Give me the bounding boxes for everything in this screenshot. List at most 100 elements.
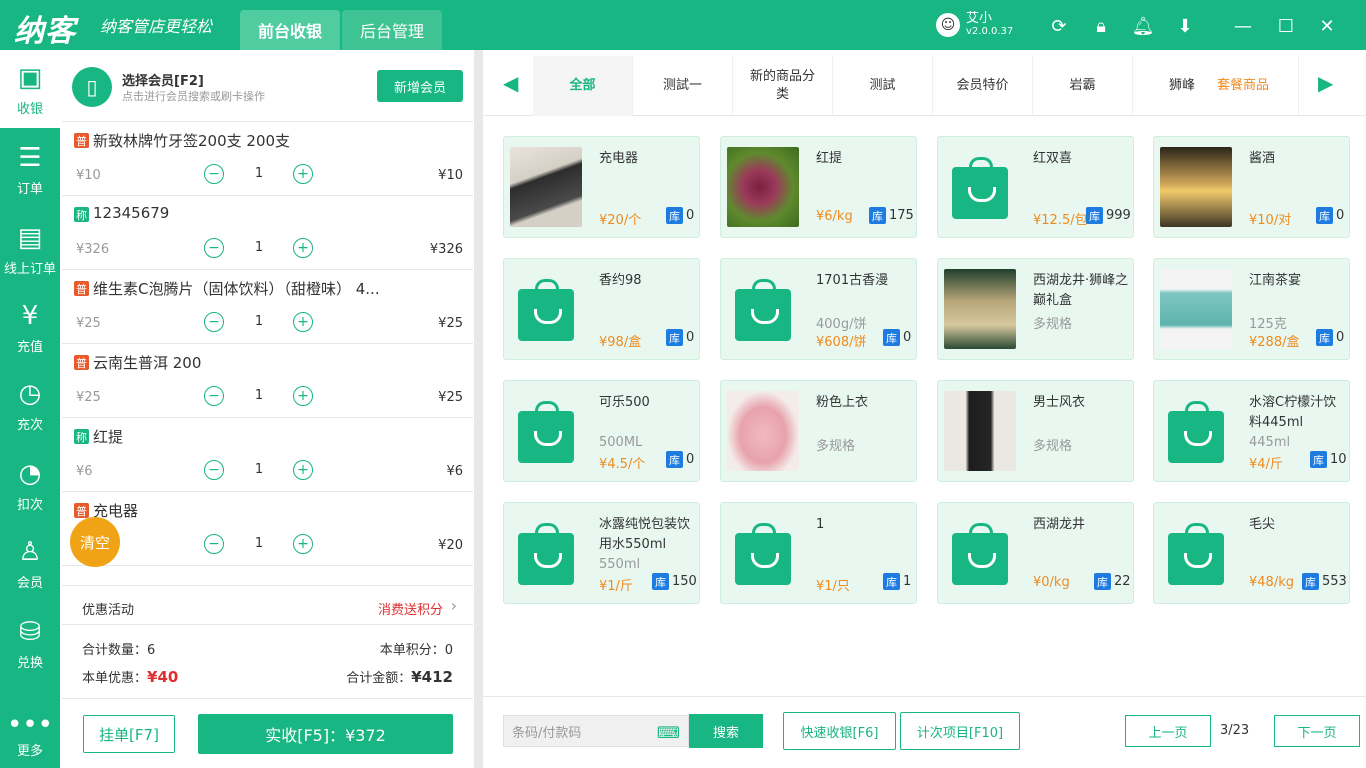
product-card[interactable]: 男士风衣 多规格 (937, 380, 1134, 482)
app-slogan: 纳客管店更轻松 (100, 17, 213, 36)
item-qty[interactable]: 1 (253, 462, 265, 477)
cart-item[interactable]: 称 12345679 ¥326 − 1 + ¥326 (62, 196, 473, 270)
decrease-qty-button[interactable]: − (204, 164, 224, 184)
category-next-icon[interactable]: ▶ (1318, 71, 1333, 95)
product-card[interactable]: 水溶C柠檬汁饮料445ml 445ml ¥4/斤 库 10 (1153, 380, 1350, 482)
next-page-button[interactable]: 下一页 (1274, 715, 1360, 747)
item-name: 红提 (93, 428, 124, 446)
barcode-input[interactable]: 条码/付款码 ⌨ (503, 715, 689, 747)
sidebar-item-deduct-times[interactable]: ◔ 扣次 (0, 446, 60, 524)
shopping-bag-icon (735, 523, 791, 585)
category-tab[interactable]: 岩霸 (1033, 56, 1133, 116)
product-photo (1160, 147, 1232, 227)
product-name: 男士风衣 (1033, 395, 1086, 410)
item-qty[interactable]: 1 (253, 166, 265, 181)
product-bag-icon (1159, 391, 1233, 471)
product-price: ¥4/斤 (1249, 457, 1283, 472)
increase-qty-button[interactable]: + (293, 460, 313, 480)
download-icon[interactable]: ⬇ (1174, 15, 1196, 37)
sidebar-item-cashier[interactable]: ▣ 收银 (0, 50, 60, 128)
item-qty[interactable]: 1 (253, 314, 265, 329)
sidebar-item-more[interactable]: ••• 更多 (0, 704, 60, 768)
deduct-times-icon: ◔ (18, 459, 42, 489)
maximize-icon[interactable]: ☐ (1275, 15, 1297, 37)
decrease-qty-button[interactable]: − (204, 238, 224, 258)
decrease-qty-button[interactable]: − (204, 312, 224, 332)
category-tab-all[interactable]: 全部 (533, 56, 633, 116)
product-card[interactable]: 1 ¥1/只库 1 (720, 502, 917, 604)
clear-cart-button[interactable]: 清空 (70, 517, 120, 567)
product-card[interactable]: 粉色上衣 多规格 (720, 380, 917, 482)
sidebar-item-label: 兑换 (16, 656, 43, 671)
sidebar-item-exchange[interactable]: ⛁ 兑换 (0, 604, 60, 682)
sidebar-item-member[interactable]: ♙ 会员 (0, 524, 60, 602)
cart-item[interactable]: 普 维生素C泡腾片（固体饮料）（甜橙味） 4... ¥25 − 1 + ¥25 (62, 270, 473, 344)
increase-qty-button[interactable]: + (293, 386, 313, 406)
product-card[interactable]: 江南茶宴 125克 ¥288/盒 库 0 (1153, 258, 1350, 360)
item-qty[interactable]: 1 (253, 536, 265, 551)
cart-item[interactable]: 普 新致林牌竹牙签200支 200支 ¥10 − 1 + ¥10 (62, 122, 473, 196)
keyboard-icon[interactable]: ⌨ (657, 723, 680, 742)
search-button[interactable]: 搜索 (689, 714, 763, 748)
quick-checkout-button[interactable]: 快速收银[F6] (783, 712, 896, 750)
product-card[interactable]: 毛尖 ¥48/kg 库 553 (1153, 502, 1350, 604)
category-tab[interactable]: 测試一 (633, 56, 733, 116)
promotion-row[interactable]: 优惠活动 消费送积分 › (62, 585, 473, 625)
pay-button[interactable]: 实收[F5]：¥372 (198, 714, 453, 754)
product-card[interactable]: 香约98 ¥98/盒 库 0 (503, 258, 700, 360)
product-card[interactable]: 冰露纯悦包装饮用水550ml 550ml ¥1/斤 库 150 (503, 502, 700, 604)
support-icon[interactable]: ⟳ (1048, 15, 1070, 37)
member-select[interactable]: ▯ 选择会员[F2] 点击进行会员搜索或刷卡操作 新增会员 (62, 50, 473, 122)
decrease-qty-button[interactable]: − (204, 534, 224, 554)
product-image (726, 147, 800, 227)
increase-qty-button[interactable]: + (293, 238, 313, 258)
sidebar-item-order[interactable]: ☰ 订单 (0, 130, 60, 208)
sidebar-item-recharge[interactable]: ¥ 充值 (0, 288, 60, 366)
product-card[interactable]: 西湖龙井 ¥0/kg 库 22 (937, 502, 1134, 604)
sidebar-item-recharge-times[interactable]: ◷ 充次 (0, 366, 60, 444)
category-tab[interactable]: 会员特价 (933, 56, 1033, 116)
product-card[interactable]: 红提 ¥6/kg 库 175 (720, 136, 917, 238)
category-prev-icon[interactable]: ◀ (503, 71, 518, 95)
product-spec: 125克 (1249, 317, 1287, 332)
category-tab[interactable]: 测試 (833, 56, 933, 116)
decrease-qty-button[interactable]: − (204, 386, 224, 406)
user-info[interactable]: ☺ 艾小 v2.0.0.37 (936, 12, 1013, 38)
decrease-qty-button[interactable]: − (204, 460, 224, 480)
increase-qty-button[interactable]: + (293, 312, 313, 332)
product-card[interactable]: 1701古香漫 400g/饼 ¥608/饼 库 0 (720, 258, 917, 360)
product-card[interactable]: 充电器 ¥20/个 库 0 (503, 136, 700, 238)
item-price: ¥326 (76, 242, 110, 257)
add-member-button[interactable]: 新增会员 (377, 70, 463, 102)
product-name: 西湖龙井·狮峰之巅礼盒 (1033, 273, 1129, 308)
tab-front-cashier[interactable]: 前台收银 (240, 10, 340, 50)
sidebar: ▣ 收银 ☰ 订单 ▤ 线上订单 ¥ 充值 ◷ 充次 ◔ 扣次 ♙ 会员 ⛁ 兑… (0, 50, 60, 768)
shopping-bag-icon (1168, 523, 1224, 585)
increase-qty-button[interactable]: + (293, 164, 313, 184)
category-tab[interactable]: 狮峰 套餐商品 (1133, 56, 1299, 116)
sidebar-item-online-order[interactable]: ▤ 线上订单 (0, 210, 60, 288)
cart-item[interactable]: 普 云南生普洱 200 ¥25 − 1 + ¥25 (62, 344, 473, 418)
count-items-button[interactable]: 计次项目[F10] (900, 712, 1020, 750)
order-discount-label: 本单优惠： (82, 671, 148, 686)
prev-page-button[interactable]: 上一页 (1125, 715, 1211, 747)
category-tab-combo[interactable]: 套餐商品 (1217, 77, 1269, 95)
cart-item[interactable]: 称 红提 ¥6 − 1 + ¥6 (62, 418, 473, 492)
item-qty[interactable]: 1 (253, 240, 265, 255)
product-card[interactable]: 酱酒 ¥10/对 库 0 (1153, 136, 1350, 238)
increase-qty-button[interactable]: + (293, 534, 313, 554)
product-card[interactable]: 红双喜 ¥12.5/包库 999 (937, 136, 1134, 238)
tab-backend-management[interactable]: 后台管理 (342, 10, 442, 50)
bell-icon[interactable]: 🔔︎ (1132, 15, 1155, 37)
product-card[interactable]: 可乐500 500ML ¥4.5/个 库 0 (503, 380, 700, 482)
hold-order-button[interactable]: 挂单[F7] (83, 715, 175, 753)
cart-item[interactable]: 普 充电器 − 1 + ¥20 (62, 492, 473, 566)
item-qty[interactable]: 1 (253, 388, 265, 403)
minimize-icon[interactable]: — (1232, 15, 1254, 37)
product-card[interactable]: 西湖龙井·狮峰之巅礼盒 多规格 (937, 258, 1134, 360)
lock-icon[interactable]: 🔒︎ (1090, 15, 1112, 37)
product-photo (944, 269, 1016, 349)
close-icon[interactable]: ✕ (1316, 15, 1338, 37)
stock-badge: 库 (666, 207, 683, 224)
category-tab[interactable]: 新的商品分类 (733, 56, 833, 116)
